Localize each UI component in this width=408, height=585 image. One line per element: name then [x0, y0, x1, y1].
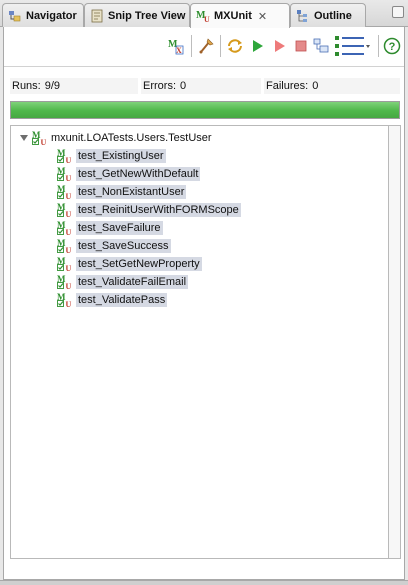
test-passed-icon: MU: [57, 238, 73, 255]
test-passed-icon: MU: [57, 274, 73, 291]
navigator-icon: [8, 9, 22, 23]
test-name: test_ValidateFailEmail: [76, 275, 189, 289]
snip-tree-icon: [90, 9, 104, 23]
failures-value: 0: [312, 80, 319, 92]
test-row[interactable]: M Utest_GetNewWithDefault: [57, 166, 201, 183]
test-name: test_ValidatePass: [76, 293, 168, 307]
test-passed-icon: MU: [57, 166, 73, 183]
svg-text:U: U: [66, 192, 72, 200]
svg-text:U: U: [66, 264, 72, 272]
tab-label: Navigator: [26, 9, 77, 22]
svg-text:U: U: [66, 246, 72, 254]
test-name: test_ExistingUser: [76, 149, 166, 163]
tab-navigator[interactable]: Navigator: [2, 3, 84, 27]
svg-text:U: U: [204, 15, 210, 23]
test-passed-icon: MU: [57, 220, 73, 237]
layout-menu-icon[interactable]: [333, 36, 371, 56]
progress-fill: [11, 102, 399, 118]
runs-counter: Runs: 9/9: [10, 78, 138, 94]
status-strip: [0, 580, 408, 585]
tree-vertical-scrollbar[interactable]: [389, 125, 401, 559]
help-icon[interactable]: ?: [383, 37, 401, 55]
tab-mxunit[interactable]: M U MXUnit ✕: [190, 3, 290, 28]
mxunit-icon: M U: [196, 9, 210, 23]
runs-value: 9/9: [44, 80, 61, 92]
mxunit-run-icon[interactable]: M X: [167, 37, 185, 55]
test-row[interactable]: M Utest_SaveFailure: [57, 220, 163, 237]
tree-root[interactable]: MU mxunit.LOATests.Users.TestUser: [19, 130, 212, 147]
test-row[interactable]: M Utest_ValidateFailEmail: [57, 274, 189, 291]
test-passed-icon: MU: [57, 292, 73, 309]
mxunit-view-panel: M X ? Runs: 9/9 Errors: 0 Failures: 0 M …: [3, 27, 405, 580]
test-results-tree[interactable]: MU mxunit.LOATests.Users.TestUser M Utest…: [10, 125, 389, 559]
test-passed-icon: MU: [57, 256, 73, 273]
test-name: test_ReinitUserWithFORMScope: [76, 203, 241, 217]
stop-icon[interactable]: [292, 37, 310, 55]
svg-text:U: U: [66, 228, 72, 236]
run-failed-icon[interactable]: [270, 37, 288, 55]
tab-outline[interactable]: Outline: [290, 3, 366, 27]
test-name: test_SetGetNewProperty: [76, 257, 202, 271]
test-passed-icon: MU: [57, 184, 73, 201]
toolbar-separator: [220, 35, 221, 57]
test-row[interactable]: M Utest_ExistingUser: [57, 148, 166, 165]
test-name: test_NonExistantUser: [76, 185, 187, 199]
failures-counter: Failures: 0: [264, 78, 400, 94]
test-passed-icon: MU: [57, 148, 73, 165]
collapse-triangle-icon[interactable]: [19, 133, 29, 143]
view-tab-bar: Navigator Snip Tree View M U MXUnit ✕ Ou…: [0, 0, 408, 28]
tree-root-label: mxunit.LOATests.Users.TestUser: [51, 132, 212, 144]
run-icon[interactable]: [248, 37, 266, 55]
test-name: test_SaveFailure: [76, 221, 163, 235]
close-tab-icon[interactable]: ✕: [258, 10, 267, 23]
test-row[interactable]: M Utest_ValidatePass: [57, 292, 168, 309]
outline-icon: [296, 9, 310, 23]
test-counters: Runs: 9/9 Errors: 0 Failures: 0: [10, 78, 400, 94]
history-icon[interactable]: [312, 37, 330, 55]
errors-counter: Errors: 0: [141, 78, 261, 94]
tab-label: Snip Tree View: [108, 9, 186, 22]
svg-text:U: U: [66, 156, 72, 164]
test-name: test_SaveSuccess: [76, 239, 171, 253]
minimize-view-button[interactable]: [392, 6, 404, 18]
test-row[interactable]: M Utest_ReinitUserWithFORMScope: [57, 202, 241, 219]
test-row[interactable]: M Utest_NonExistantUser: [57, 184, 187, 201]
tab-label: MXUnit: [214, 10, 252, 22]
tab-label: Outline: [314, 9, 352, 22]
test-row[interactable]: M Utest_SaveSuccess: [57, 238, 171, 255]
svg-text:U: U: [66, 210, 72, 218]
mxunit-toolbar: M X ?: [4, 27, 404, 67]
svg-text:U: U: [41, 138, 47, 146]
sweep-icon[interactable]: [197, 37, 215, 55]
errors-label: Errors:: [143, 80, 176, 92]
test-name: test_GetNewWithDefault: [76, 167, 201, 181]
tab-snip-tree-view[interactable]: Snip Tree View: [84, 3, 190, 27]
svg-text:U: U: [66, 300, 72, 308]
errors-value: 0: [180, 80, 187, 92]
runs-label: Runs:: [12, 80, 41, 92]
test-suite-passed-icon: MU: [32, 130, 48, 147]
failures-label: Failures:: [266, 80, 309, 92]
svg-text:U: U: [66, 174, 72, 182]
test-passed-icon: MU: [57, 202, 73, 219]
test-row[interactable]: M Utest_SetGetNewProperty: [57, 256, 202, 273]
toolbar-separator: [191, 35, 192, 57]
svg-text:U: U: [66, 282, 72, 290]
rerun-icon[interactable]: [226, 37, 244, 55]
svg-text:?: ?: [389, 41, 396, 53]
test-progress-bar: [10, 101, 400, 119]
toolbar-separator: [378, 35, 379, 57]
